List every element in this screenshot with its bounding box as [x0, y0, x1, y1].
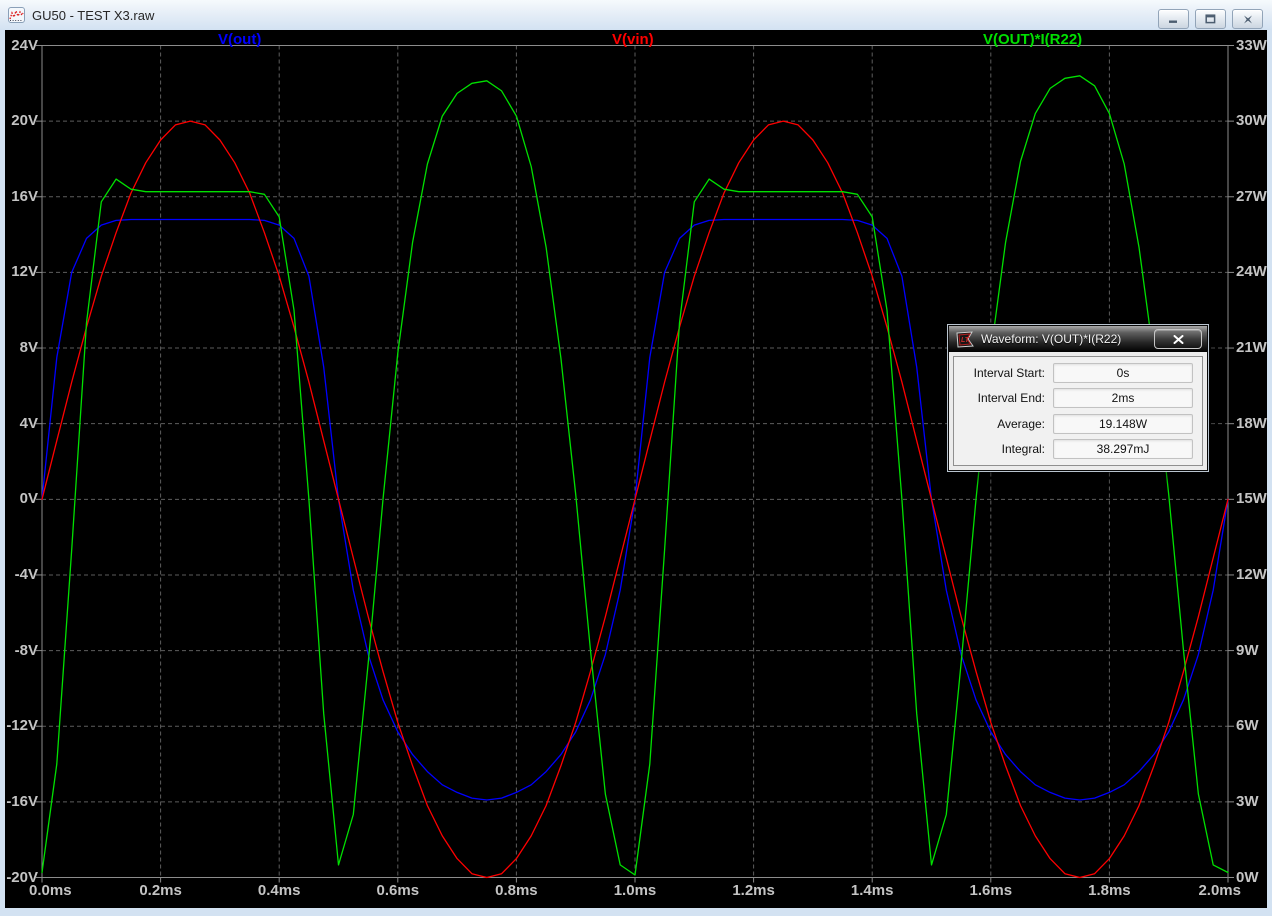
window-title: GU50 - TEST X3.raw: [32, 7, 155, 23]
y-right-axis-label: 3W: [1236, 792, 1259, 810]
y-left-axis-label: -4V: [14, 565, 38, 583]
stat-value-average: 19.148W: [1053, 413, 1193, 434]
x-axis-label: 1.4ms: [850, 882, 894, 899]
x-axis-label: 1.2ms: [732, 882, 775, 899]
x-axis-label: 0.0ms: [29, 882, 72, 899]
dialog-body: Interval Start: 0s Interval End: 2ms Ave…: [953, 356, 1203, 466]
svg-text:LT: LT: [961, 337, 970, 344]
y-right-axis-label: 6W: [1236, 717, 1259, 735]
x-axis-label: 1.0ms: [613, 882, 657, 899]
restore-icon: [1205, 14, 1216, 24]
x-axis-label: 0.8ms: [495, 882, 538, 899]
restore-button[interactable]: [1195, 9, 1226, 29]
stat-label: Interval End:: [977, 391, 1045, 406]
x-axis-label: 0.4ms: [257, 882, 301, 899]
y-left-axis-label: 0V: [19, 490, 38, 508]
y-left-axis-label: 24V: [11, 36, 38, 54]
waveform-file-icon: [8, 7, 25, 23]
stat-row-interval-start: Interval Start: 0s: [954, 362, 1202, 384]
y-left-axis-label: -12V: [6, 717, 38, 735]
window-titlebar[interactable]: GU50 - TEST X3.raw: [0, 0, 1272, 30]
waveform-stats-dialog: LT Waveform: V(OUT)*I(R22) Interval Star…: [948, 325, 1208, 471]
x-axis-label: 1.8ms: [1088, 882, 1131, 899]
close-x-icon: [1173, 334, 1183, 344]
y-left-axis-label: 4V: [19, 414, 38, 432]
stat-label: Average:: [997, 416, 1045, 431]
minimize-button[interactable]: [1158, 9, 1189, 29]
stat-row-interval-end: Interval End: 2ms: [954, 387, 1202, 409]
y-left-axis-label: 12V: [11, 263, 38, 281]
dialog-titlebar[interactable]: LT Waveform: V(OUT)*I(R22): [949, 326, 1207, 352]
x-axis-label: 2.0ms: [1198, 882, 1241, 899]
y-right-axis-label: 21W: [1236, 339, 1267, 357]
y-right-axis-label: 24W: [1236, 263, 1267, 281]
y-right-axis-label: 18W: [1236, 414, 1267, 432]
y-left-axis-label: 20V: [11, 112, 38, 130]
stat-value-integral: 38.297mJ: [1053, 438, 1193, 459]
x-axis-label: 1.6ms: [969, 882, 1013, 899]
x-axis-label: 0.6ms: [376, 882, 420, 899]
y-left-axis-label: 16V: [11, 187, 38, 205]
y-right-axis-label: 27W: [1236, 187, 1267, 205]
y-right-axis-label: 33W: [1236, 36, 1267, 54]
stat-value-interval-start: 0s: [1053, 363, 1193, 384]
y-left-axis-label: -16V: [6, 792, 38, 810]
legend-vout[interactable]: V(out): [218, 32, 261, 48]
y-right-axis-label: 12W: [1236, 565, 1267, 583]
stat-value-interval-end: 2ms: [1053, 388, 1193, 409]
y-right-axis-label: 15W: [1236, 490, 1267, 508]
dialog-close-button[interactable]: [1154, 329, 1202, 349]
y-left-axis-label: 8V: [19, 339, 38, 357]
stat-label: Interval Start:: [973, 366, 1045, 381]
stat-row-average: Average: 19.148W: [954, 413, 1202, 435]
y-right-axis-label: 30W: [1236, 112, 1267, 130]
legend-vvin[interactable]: V(vin): [612, 32, 654, 48]
ltspice-window: GU50 - TEST X3.raw V(out) V(vin) V(OUT)*…: [0, 0, 1272, 916]
stat-label: Integral:: [1001, 441, 1045, 456]
y-left-axis-label: -8V: [14, 641, 38, 659]
close-button[interactable]: [1232, 9, 1263, 29]
close-icon: [1243, 15, 1252, 23]
legend-power[interactable]: V(OUT)*I(R22): [983, 32, 1082, 48]
x-axis-label: 0.2ms: [139, 882, 182, 899]
dialog-title: Waveform: V(OUT)*I(R22): [981, 332, 1122, 346]
stat-row-integral: Integral: 38.297mJ: [954, 438, 1202, 460]
waveform-plot-area[interactable]: V(out) V(vin) V(OUT)*I(R22) LT Waveform:…: [5, 30, 1267, 908]
minimize-icon: [1169, 20, 1177, 23]
lt-flag-icon: LT: [956, 330, 974, 348]
y-right-axis-label: 9W: [1236, 641, 1259, 659]
